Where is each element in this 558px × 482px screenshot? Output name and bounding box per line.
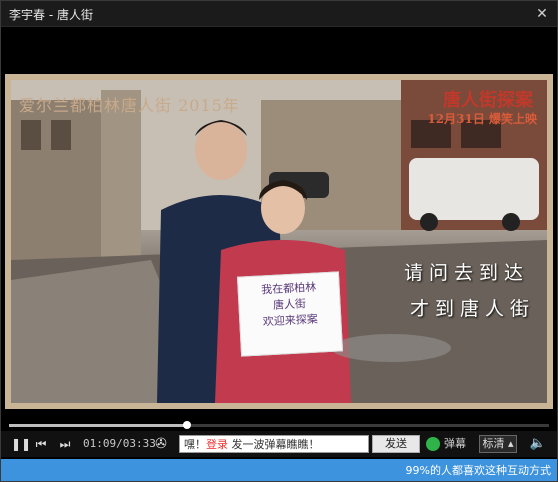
next-icon[interactable]: ⏭ <box>57 435 73 453</box>
time-display: 01:09/03:33 <box>83 437 156 450</box>
danmu-prompt: 发一波弹幕瞧瞧！ <box>228 438 320 451</box>
danmu-input[interactable]: 嘿！登录 发一波弹幕瞧瞧！ <box>179 435 369 453</box>
danmu-prefix: 嘿！ <box>184 438 206 451</box>
control-bar: ❚❚ ⏮ ⏭ 01:09/03:33 ✇ 嘿！登录 发一波弹幕瞧瞧！ 发送 弹幕… <box>1 431 557 457</box>
handwritten-caption-line2: 才到唐人街 <box>409 298 535 320</box>
danmu-placeholder: 嘿！登录 发一波弹幕瞧瞧！ <box>184 436 320 453</box>
film-reel-icon[interactable]: ✇ <box>151 435 171 453</box>
send-button[interactable]: 发送 <box>372 435 420 453</box>
player-window: 李宇春 - 唐人街 ✕ 爱尔兰都柏林唐人街 2015年 唐人街探案 12月31日… <box>0 0 558 482</box>
previous-icon[interactable]: ⏮ <box>33 435 49 453</box>
volume-icon[interactable]: 🔈 <box>529 435 547 453</box>
promo-link[interactable]: 99%的人都喜欢这种互动方式 <box>406 462 551 478</box>
close-icon[interactable]: ✕ <box>533 5 551 23</box>
handwritten-caption-line1: 请问去到达 <box>403 262 529 284</box>
progress-fill <box>9 424 188 427</box>
window-title: 李宇春 - 唐人街 <box>9 8 93 22</box>
progress-bar[interactable] <box>9 421 549 429</box>
poster-title: 唐人街探案 <box>443 90 533 111</box>
quality-select[interactable]: 标清 ▴ <box>479 435 517 453</box>
video-frame: 爱尔兰都柏林唐人街 2015年 唐人街探案 12月31日 爆笑上映 请问去到达 … <box>5 74 553 409</box>
video-caption-location: 爱尔兰都柏林唐人街 2015年 <box>19 96 240 115</box>
progress-knob[interactable] <box>183 421 192 429</box>
video-still: 爱尔兰都柏林唐人街 2015年 唐人街探案 12月31日 爆笑上映 请问去到达 … <box>11 80 547 403</box>
poster-subtitle: 12月31日 爆笑上映 <box>427 112 537 126</box>
danmu-toggle-label: 弹幕 <box>444 437 466 450</box>
sign-line: 欢迎来探案 <box>262 312 319 329</box>
pause-icon[interactable]: ❚❚ <box>11 435 31 453</box>
danmu-login-link[interactable]: 登录 <box>206 438 228 451</box>
title-bar: 李宇春 - 唐人街 ✕ <box>1 1 557 27</box>
handwritten-sign: 我在都柏林 唐人街 欢迎来探案 <box>236 271 344 357</box>
promo-bar: 99%的人都喜欢这种互动方式 <box>1 459 557 481</box>
video-stage[interactable]: 爱尔兰都柏林唐人街 2015年 唐人街探案 12月31日 爆笑上映 请问去到达 … <box>1 28 557 420</box>
quality-label: 标清 <box>482 437 505 450</box>
danmu-toggle[interactable] <box>426 437 440 451</box>
